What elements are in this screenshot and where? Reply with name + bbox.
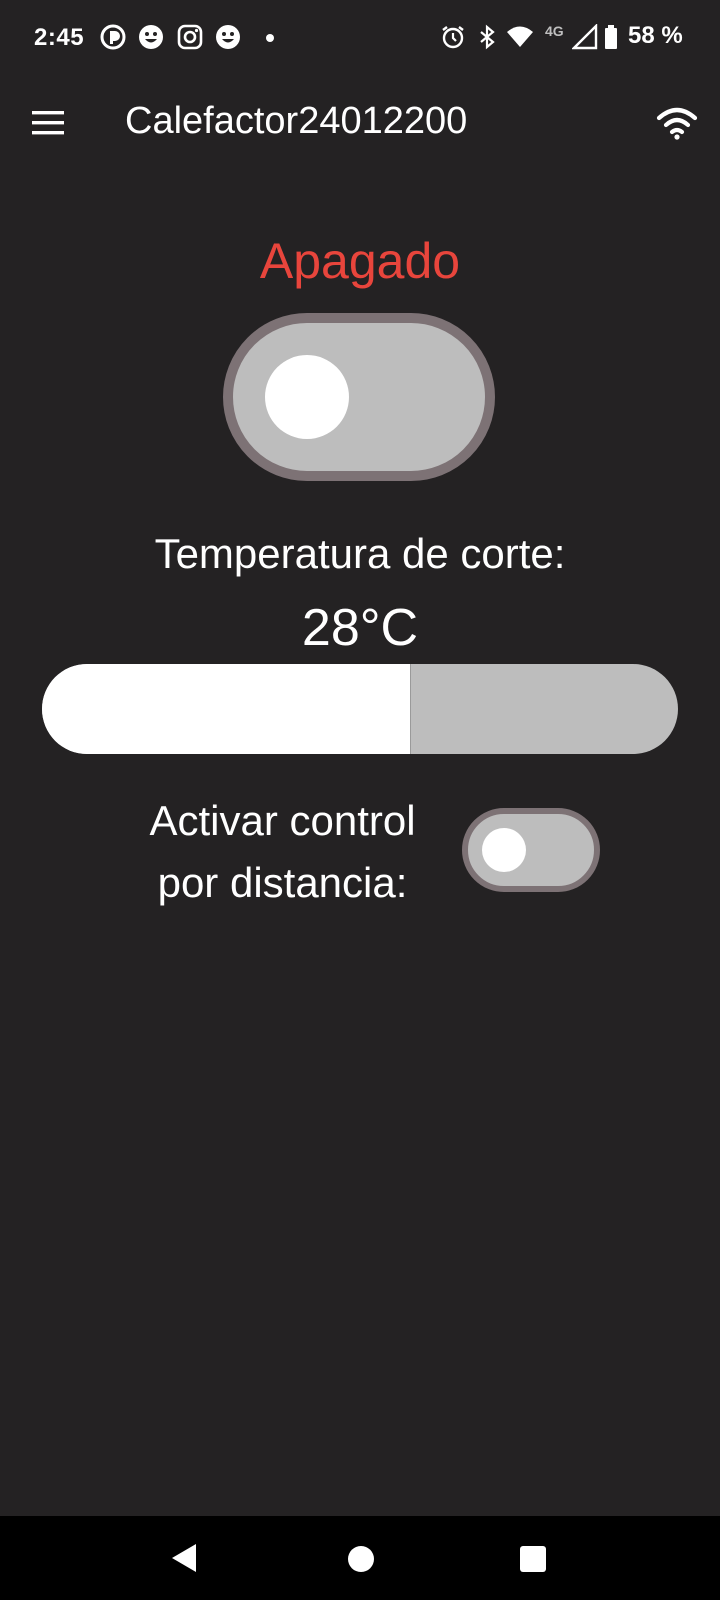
alarm-icon [442, 26, 464, 49]
smiley-icon [139, 25, 163, 49]
battery-icon [605, 25, 617, 49]
power-toggle[interactable] [223, 313, 495, 481]
temperature-slider-fill [42, 664, 411, 754]
remote-control-label-line2: por distancia: [157, 859, 408, 906]
instagram-icon [177, 24, 203, 50]
temperature-slider[interactable] [42, 664, 678, 754]
battery-percentage: 58 % [628, 22, 683, 49]
remote-control-toggle[interactable] [462, 808, 600, 892]
network-type: 4G [545, 23, 564, 39]
bluetooth-icon [480, 24, 495, 50]
cell-signal-icon [572, 24, 598, 50]
recents-icon[interactable] [520, 1546, 546, 1572]
hamburger-menu-icon[interactable] [32, 110, 64, 136]
status-time: 2:45 [34, 24, 85, 51]
notification-dot [266, 34, 274, 42]
remote-control-label: Activar control por distancia: [120, 790, 445, 914]
status-bar: 2:45 4G 58 % [0, 0, 720, 78]
wifi-icon[interactable] [656, 106, 698, 140]
remote-control-label-line1: Activar control [149, 797, 416, 844]
cutoff-temperature-label: Temperatura de corte: [154, 530, 566, 577]
home-icon[interactable] [348, 1546, 374, 1572]
navigation-bar [0, 1516, 720, 1600]
app-bar: Calefactor24012200 [0, 78, 720, 170]
wifi-icon [507, 26, 533, 47]
cutoff-temperature-value: 28°C [301, 599, 419, 657]
app-title: Calefactor24012200 [125, 100, 468, 142]
smiley-icon [216, 25, 240, 49]
heater-status-text: Apagado [259, 233, 461, 289]
power-toggle-knob [265, 355, 349, 439]
app-notification-icon [100, 24, 126, 50]
remote-control-toggle-knob [482, 828, 526, 872]
back-icon[interactable] [170, 1542, 198, 1574]
